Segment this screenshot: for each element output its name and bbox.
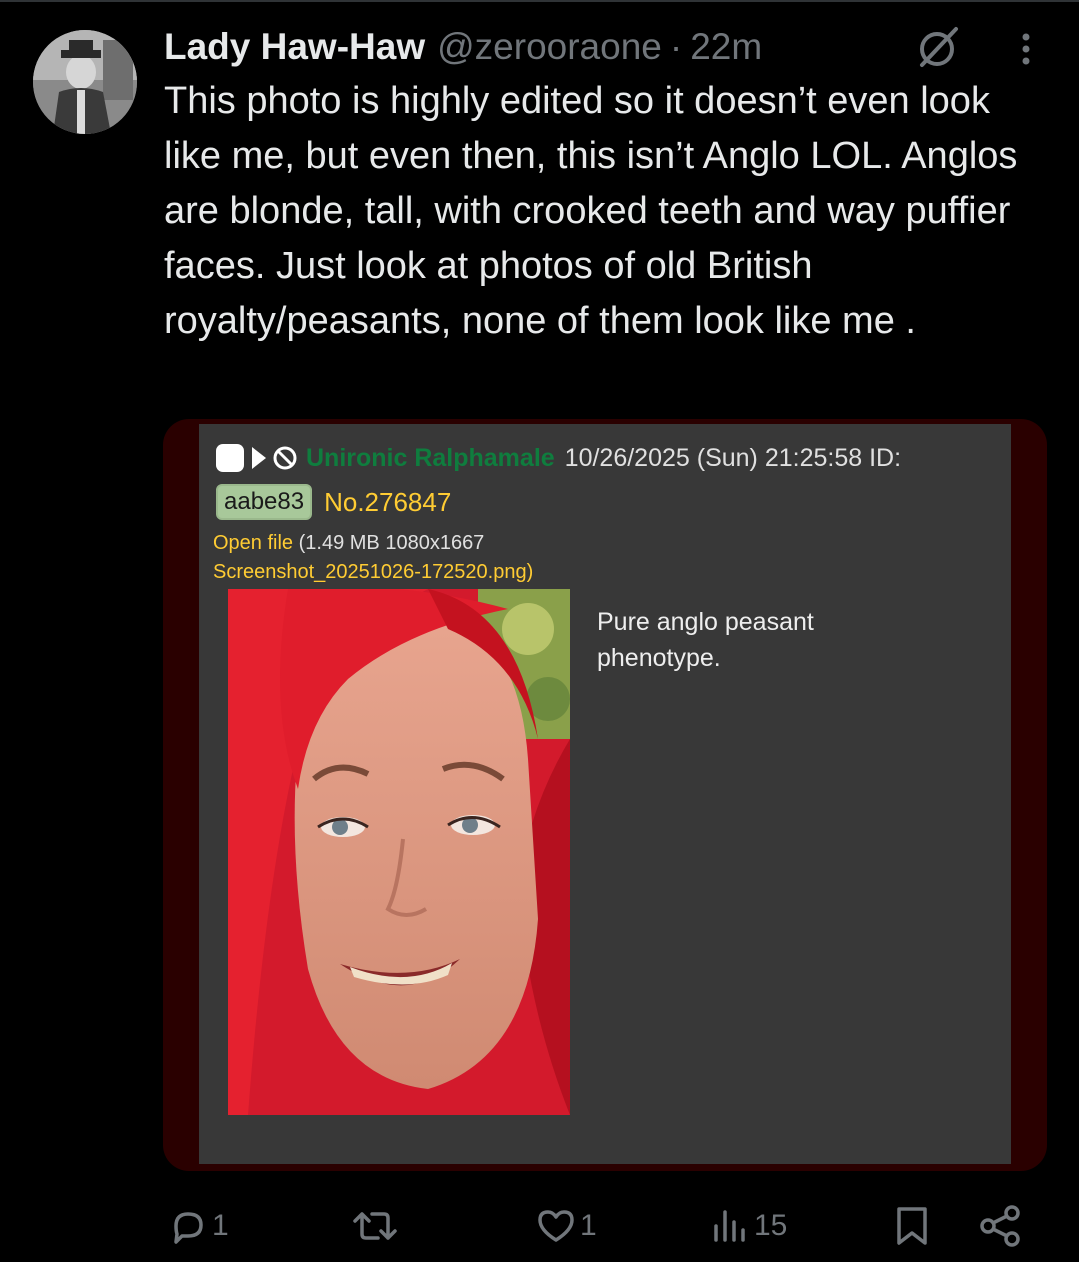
grok-icon[interactable] [912,25,962,71]
file-details: (1.49 MB 1080x1667 [298,532,485,554]
share-icon [980,1205,1020,1247]
tweet-header: Lady Haw-Haw @zerooraone · 22m [164,24,762,70]
avatar[interactable] [33,30,137,134]
like-button[interactable]: 1 [536,1196,597,1256]
imageboard-post: Unironic Ralphamale 10/26/2025 (Sun) 21:… [199,424,1011,1164]
views-icon [714,1210,745,1242]
share-button[interactable] [980,1196,1022,1256]
post-id-row: aabe83 No.276847 [216,484,451,520]
like-count: 1 [580,1209,597,1242]
file-info-line: Open file (1.49 MB 1080x1667 [213,529,484,557]
post-photo [228,589,570,1115]
open-file-link: Open file [213,532,294,554]
poster-name: Unironic Ralphamale [306,443,555,472]
file-name-line: Screenshot_20251026-172520.png) [213,558,533,586]
post-checkbox [216,444,244,472]
tweet-media-card[interactable]: Unironic Ralphamale 10/26/2025 (Sun) 21:… [163,419,1047,1171]
reply-icon [174,1212,203,1244]
bookmark-button[interactable] [893,1196,931,1256]
view-count: 15 [754,1209,788,1242]
timestamp[interactable]: 22m [690,24,762,70]
display-name[interactable]: Lady Haw-Haw [164,24,425,70]
user-handle[interactable]: @zerooraone [437,24,662,70]
views-button[interactable]: 15 [710,1196,787,1256]
bookmark-icon [897,1207,927,1245]
tweet-actions: 1 1 15 [0,1196,1079,1256]
separator-dot: · [669,26,683,67]
repost-button[interactable] [352,1196,398,1256]
reply-button[interactable]: 1 [168,1196,229,1256]
reply-count: 1 [212,1209,229,1242]
repost-icon [353,1212,397,1240]
file-name: Screenshot_20251026-172520.png) [213,561,534,583]
post-body-text: Pure anglo peasant phenotype. [597,608,814,672]
tweet-text: This photo is highly edited so it doesn’… [164,80,1018,342]
post-header: Unironic Ralphamale 10/26/2025 (Sun) 21:… [216,440,901,476]
more-icon[interactable] [1012,28,1040,70]
like-icon [538,1210,574,1242]
top-divider [0,0,1079,2]
post-number: No.276847 [324,486,452,517]
poster-id-badge: aabe83 [216,484,313,520]
play-icon [252,447,266,469]
post-date: 10/26/2025 (Sun) 21:25:58 ID: [564,443,902,472]
ban-icon [273,446,297,470]
